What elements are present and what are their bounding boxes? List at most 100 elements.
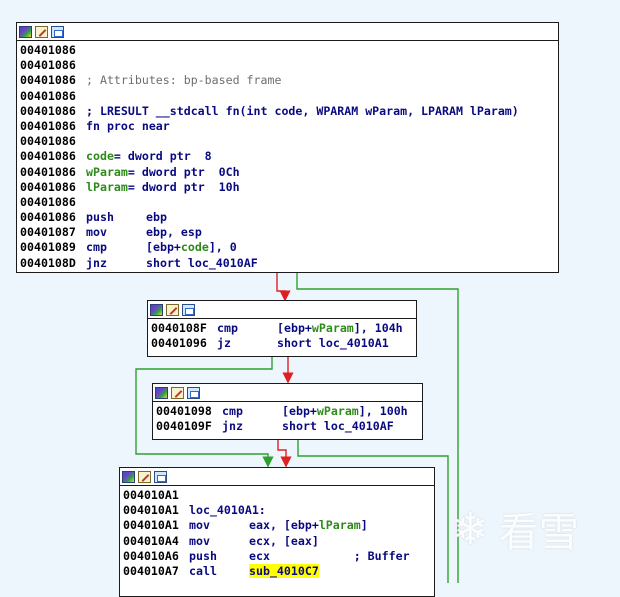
image-icon[interactable]	[182, 303, 195, 316]
edit-icon[interactable]	[171, 386, 184, 399]
operand-text: ebp	[146, 210, 167, 225]
code-line[interactable]: 00401086 code= dword ptr 8	[20, 149, 558, 164]
operand-text: ecx	[249, 548, 354, 563]
graph-node-cmp-104h[interactable]: 0040108F cmp [ebp+wParam], 104h 00401096 jz s…	[147, 300, 417, 357]
code-line[interactable]: 00401086 lParam= dword ptr 10h	[20, 180, 558, 195]
address-label: 00401087	[20, 225, 76, 240]
address-label: 0040108D	[20, 255, 76, 270]
operand-text: ], 100h	[358, 404, 408, 418]
highlighted-symbol[interactable]: sub_4010C7	[249, 563, 319, 578]
edit-icon[interactable]	[35, 25, 48, 38]
operand-text: ], 0	[208, 240, 237, 255]
instruction-mnemonic: mov	[86, 225, 107, 240]
instruction-mnemonic: jz	[217, 336, 231, 351]
address-label: 004010A1	[123, 503, 179, 518]
code-line[interactable]: 00401089 cmp [ebp+code], 0	[20, 240, 558, 255]
code-line[interactable]: 00401096 jz short loc_4010A1	[151, 336, 416, 351]
code-line[interactable]: 00401098 cmp [ebp+wParam], 100h	[156, 404, 422, 419]
code-line[interactable]: 004010A1 mov eax, [ebp+lParam]	[123, 518, 434, 533]
address-label: 00401086	[20, 43, 76, 57]
address-label: 004010A7	[123, 563, 179, 578]
address-label: 00401086	[20, 194, 76, 209]
operand-text: ], 104h	[353, 321, 403, 335]
code-line[interactable]: 0040109F jnz short loc_4010AF	[156, 419, 422, 434]
watermark: ❄ 看雪	[452, 500, 579, 558]
address-label: 004010A1	[123, 488, 179, 502]
code-line[interactable]: 00401086	[20, 43, 558, 58]
code-line[interactable]: 00401086 fn proc near	[20, 119, 558, 134]
code-line[interactable]: 00401086 ; LRESULT __stdcall fn(int code,…	[20, 104, 558, 119]
instruction-mnemonic: jnz	[86, 255, 107, 270]
operand-text: fn proc near	[86, 118, 170, 133]
code-line[interactable]: 0040108D jnz short loc_4010AF	[20, 256, 558, 271]
address-label: 00401086	[20, 134, 76, 149]
edit-icon[interactable]	[138, 470, 151, 483]
code-listing: 0040108F cmp [ebp+wParam], 104h 00401096 jz s…	[148, 319, 416, 351]
instruction-mnemonic: cmp	[217, 321, 238, 335]
code-line[interactable]: 00401086	[20, 134, 558, 149]
instruction-mnemonic: push	[86, 210, 114, 225]
code-line[interactable]: 00401086	[20, 89, 558, 104]
address-label: 0040108F	[151, 321, 207, 335]
code-line[interactable]: 00401086	[20, 195, 558, 210]
graph-node-cmp-100h[interactable]: 00401098 cmp [ebp+wParam], 100h 0040109F jnz…	[152, 383, 423, 440]
operand-text: wParam	[316, 404, 359, 418]
address-label: 00401086	[20, 88, 76, 103]
code-line[interactable]: 004010A7 call sub_4010C7	[123, 563, 434, 579]
graph-view-icon[interactable]	[155, 386, 168, 399]
operand-text: code	[180, 240, 209, 255]
code-line[interactable]: 00401086 push ebp	[20, 210, 558, 225]
comment-text: ; Attributes: bp-based frame	[86, 73, 282, 88]
operand-text: short loc_4010AF	[282, 419, 394, 434]
edge-n1-n2	[276, 273, 291, 302]
operand-text: short loc_4010AF	[146, 255, 258, 270]
operand-text: eax, [ebp+	[249, 518, 319, 533]
address-label: 0040109F	[156, 419, 212, 434]
image-icon[interactable]	[154, 470, 167, 483]
code-line[interactable]: 004010A6 push ecx ; Buffer	[123, 549, 434, 564]
graph-view-icon[interactable]	[122, 470, 135, 483]
graph-node-fn-prologue[interactable]: 00401086 00401086 00401086; Attributes: bp…	[16, 22, 559, 273]
code-line[interactable]: 004010A1 loc_4010A1:	[123, 503, 434, 518]
address-label: 00401089	[20, 240, 76, 255]
instruction-mnemonic: push	[189, 548, 217, 563]
graph-node-loc-4010A1[interactable]: 004010A1 004010A1 loc_4010A1: 004010A1 mov ea…	[119, 467, 435, 597]
code-listing: 004010A1 004010A1 loc_4010A1: 004010A1 mov ea…	[120, 486, 434, 579]
code-line[interactable]: 00401086 ; Attributes: bp-based frame	[20, 73, 558, 88]
operand-text: wParam	[86, 164, 128, 179]
code-listing: 00401086 00401086 00401086; Attributes: bp…	[17, 41, 558, 271]
watermark-text: 看雪	[498, 510, 579, 556]
operand-text: wParam	[311, 321, 354, 335]
operand-text: = dword ptr 10h	[127, 179, 240, 194]
graph-view-icon[interactable]	[150, 303, 163, 316]
address-label: 00401086	[20, 73, 76, 88]
address-label: 004010A4	[123, 533, 179, 548]
code-line[interactable]: 00401086	[20, 58, 558, 73]
operand-text: short loc_4010A1	[277, 336, 389, 351]
image-icon[interactable]	[51, 25, 64, 38]
address-label: 004010A6	[123, 548, 179, 563]
operand-text: ]	[360, 518, 368, 533]
node-header	[17, 23, 558, 41]
code-line[interactable]: 004010A1	[123, 488, 434, 503]
address-label: 00401086	[20, 58, 76, 73]
code-line[interactable]: 00401086 wParam= dword ptr 0Ch	[20, 165, 558, 180]
image-icon[interactable]	[187, 386, 200, 399]
code-line[interactable]: 004010A4 mov ecx, [eax]	[123, 534, 434, 549]
instruction-mnemonic: mov	[189, 533, 210, 548]
graph-view-icon[interactable]	[19, 25, 32, 38]
operand-text: loc_4010A1:	[189, 503, 266, 518]
operand-text: = dword ptr 8	[113, 149, 212, 164]
code-line[interactable]: 00401087 mov ebp, esp	[20, 225, 558, 240]
code-line[interactable]: 0040108F cmp [ebp+wParam], 104h	[151, 321, 416, 336]
edge-n3-n4	[277, 440, 292, 468]
operand-text: code	[86, 149, 114, 164]
edit-icon[interactable]	[166, 303, 179, 316]
node-header	[120, 468, 434, 486]
operand-text: [ebp+	[277, 321, 312, 335]
address-label: 00401086	[20, 210, 76, 225]
operand-text: = dword ptr 0Ch	[127, 164, 240, 179]
instruction-mnemonic: cmp	[86, 240, 107, 255]
operand-text: ; LRESULT __stdcall fn(int code, WPARAM …	[86, 103, 519, 118]
operand-text: lParam	[318, 518, 361, 533]
